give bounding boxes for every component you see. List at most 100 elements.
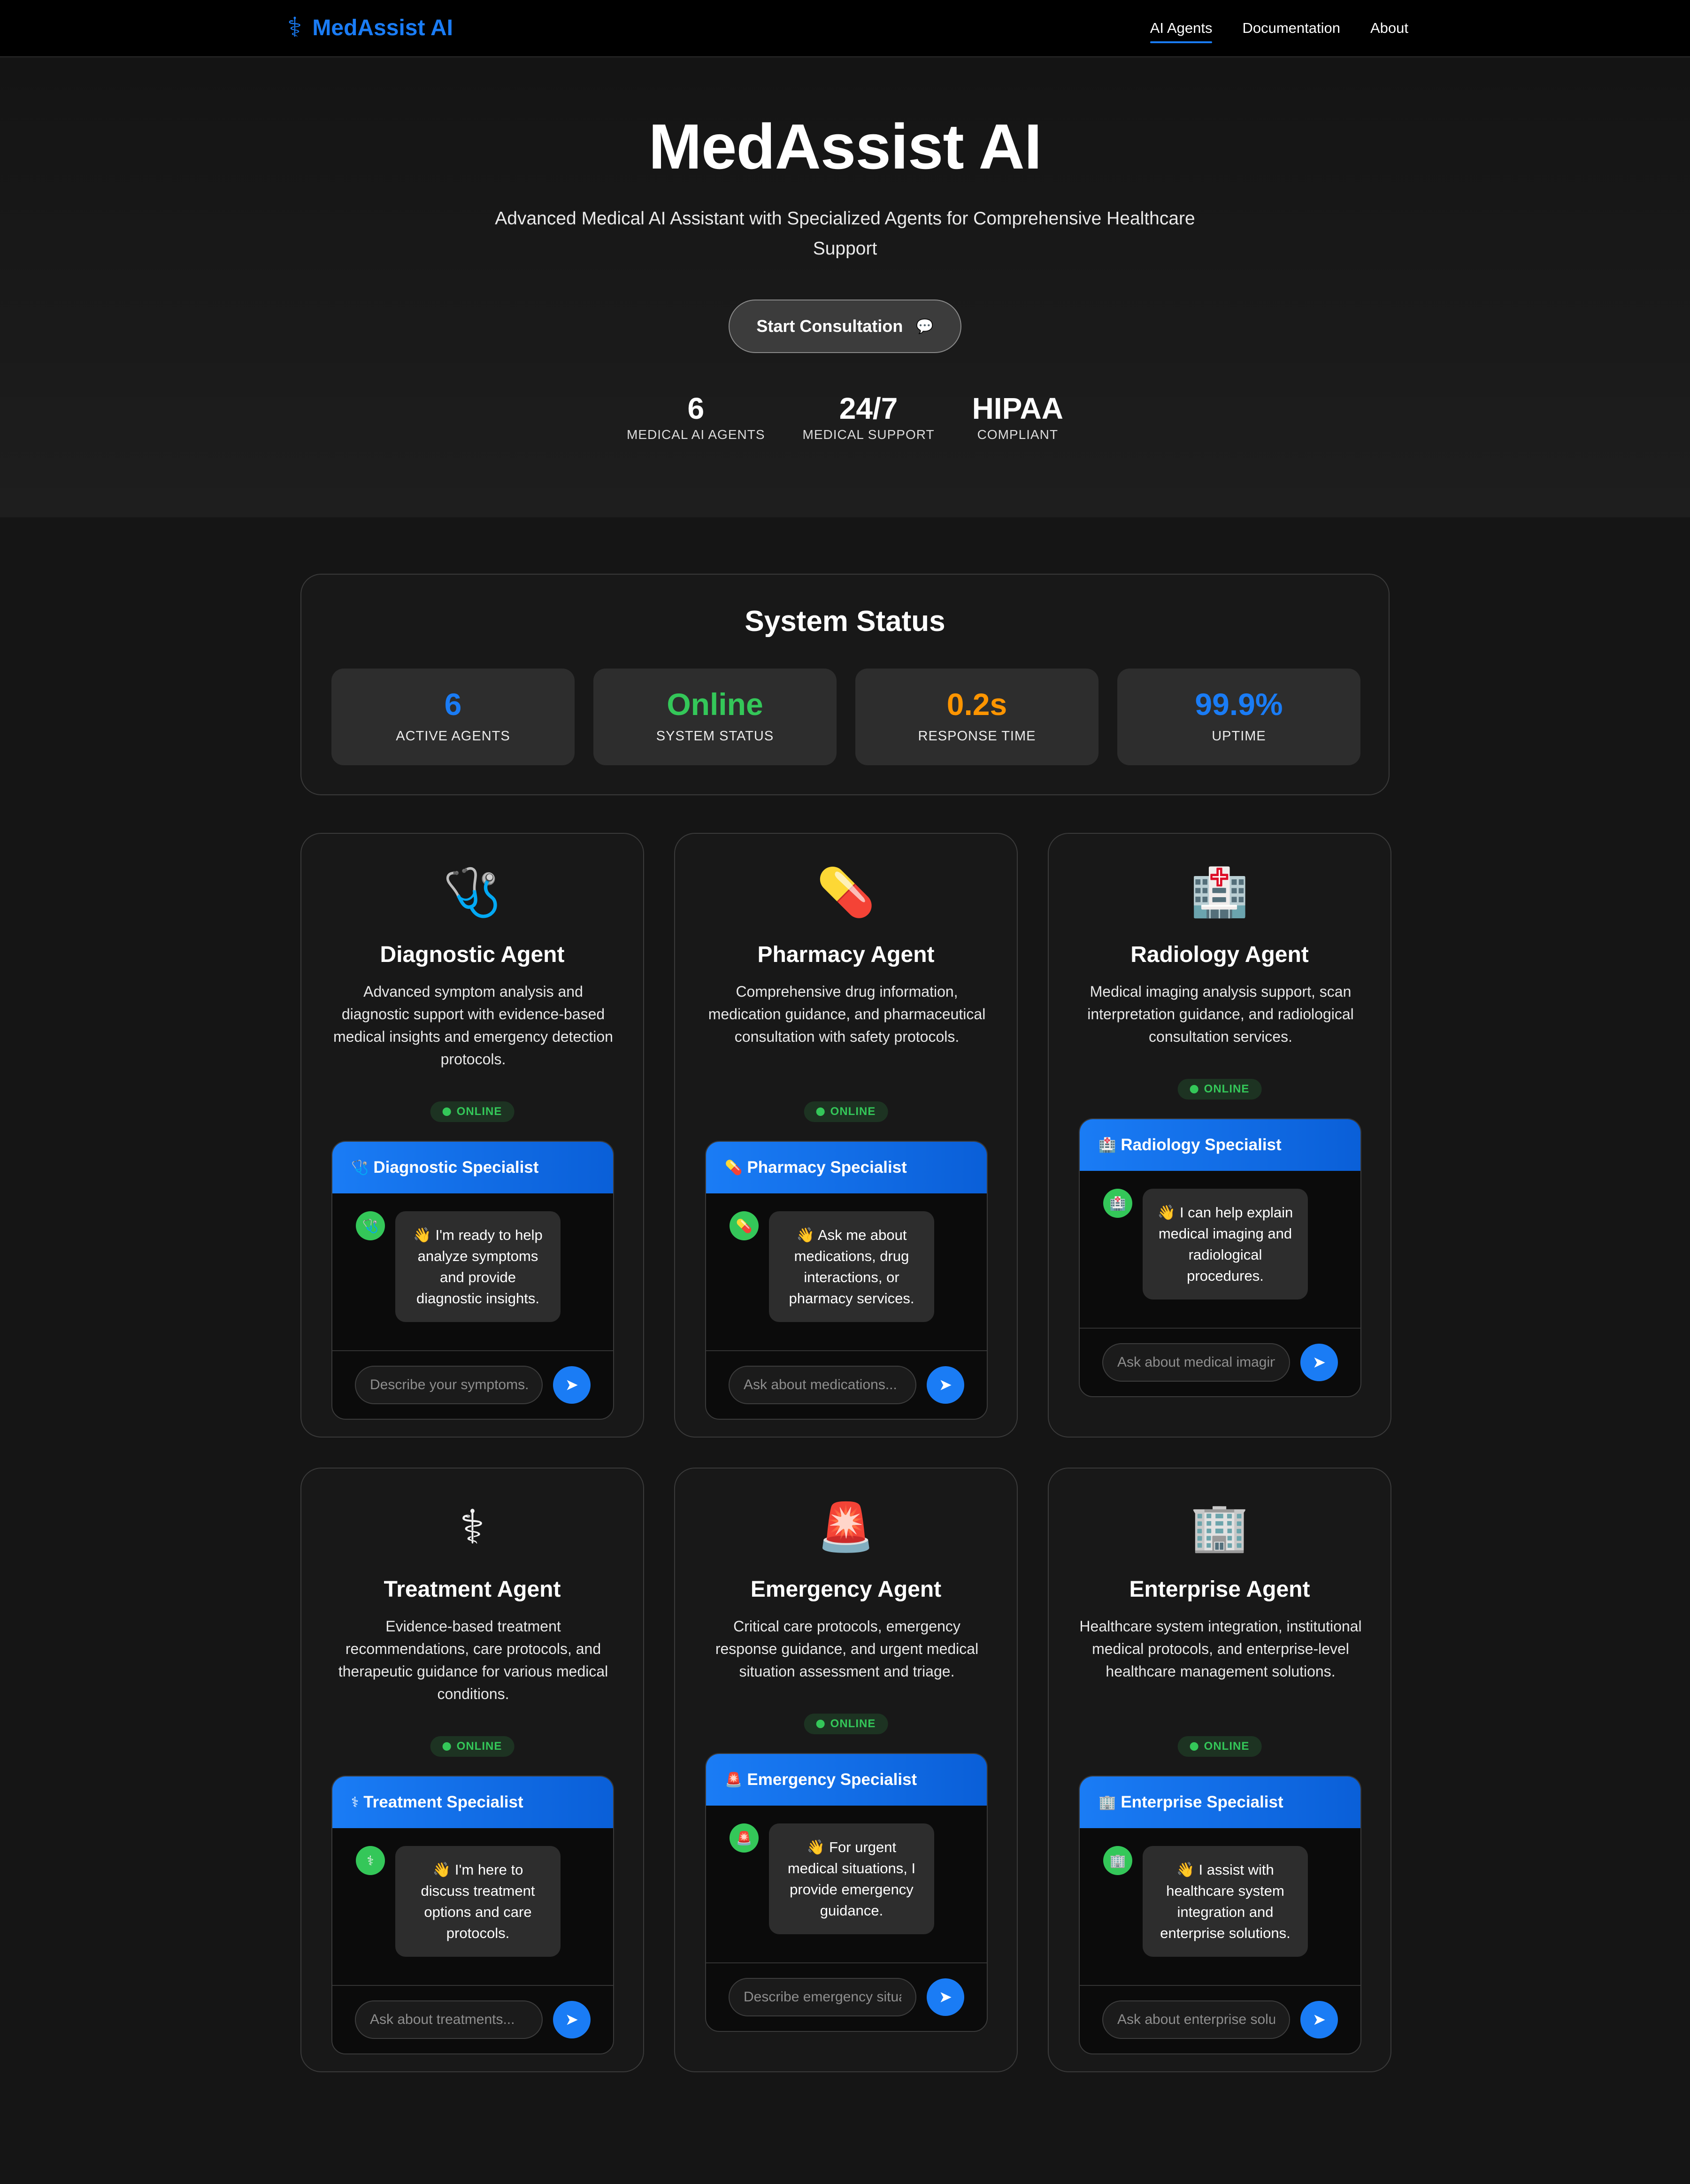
status-dot-icon xyxy=(1190,1085,1198,1093)
status-text: ONLINE xyxy=(1204,1083,1250,1095)
status-text: ONLINE xyxy=(830,1717,876,1730)
stethoscope-icon: 🩺 xyxy=(351,1160,369,1176)
status-card-label: SYSTEM STATUS xyxy=(656,729,774,744)
chat-input[interactable] xyxy=(1102,2000,1290,2039)
hero-stat-value: 24/7 xyxy=(839,392,898,425)
bot-avatar: 🏥 xyxy=(1103,1189,1132,1218)
nav-links: AI Agents Documentation About xyxy=(1120,20,1408,43)
top-navbar: ⚕ MedAssist AI AI Agents Documentation A… xyxy=(0,0,1690,57)
status-card: 0.2s RESPONSE TIME xyxy=(855,669,1098,765)
chat-input[interactable] xyxy=(729,1978,916,2016)
chat-input[interactable] xyxy=(1102,1343,1290,1382)
chat-widget: ⚕ Treatment Specialist ⚕ 👋 I'm here to disc… xyxy=(331,1776,614,2054)
hero-stat-label: COMPLIANT xyxy=(977,427,1058,442)
send-button[interactable]: ➤ xyxy=(1300,2001,1338,2038)
status-dot-icon xyxy=(442,1107,451,1116)
chat-messages: 🚨 👋 For urgent medical situations, I prov… xyxy=(706,1806,987,1963)
hero-section: MedAssist AI Advanced Medical AI Assista… xyxy=(0,58,1690,517)
online-status-badge: ONLINE xyxy=(430,1101,515,1122)
chat-widget: 🩺 Diagnostic Specialist 🩺 👋 I'm ready to he… xyxy=(331,1141,614,1420)
medical-staff-icon: ⚕ xyxy=(459,1501,485,1553)
status-text: ONLINE xyxy=(1204,1740,1250,1753)
send-arrow-icon: ➤ xyxy=(565,1376,579,1394)
status-card-value: 0.2s xyxy=(946,687,1007,722)
online-status-badge: ONLINE xyxy=(804,1714,888,1734)
status-card-label: RESPONSE TIME xyxy=(918,729,1036,744)
hero-stat-label: MEDICAL SUPPORT xyxy=(802,427,935,442)
diagnostic-agent-card: 🩺 Diagnostic Agent Advanced symptom analys… xyxy=(300,833,644,1438)
status-dot-icon xyxy=(442,1742,451,1751)
send-button[interactable]: ➤ xyxy=(1300,1344,1338,1381)
system-status-panel: System Status 6 ACTIVE AGENTS Online SYSTEM… xyxy=(300,574,1390,795)
send-arrow-icon: ➤ xyxy=(938,1988,953,2006)
medical-staff-icon: ⚕ xyxy=(351,1794,359,1810)
bot-avatar: 🩺 xyxy=(356,1211,385,1240)
hero-stat-value: 6 xyxy=(687,392,705,425)
bot-avatar: 💊 xyxy=(730,1211,759,1240)
status-card-label: ACTIVE AGENTS xyxy=(396,729,510,744)
chat-widget: 🏢 Enterprise Specialist 🏢 👋 I assist with h… xyxy=(1079,1776,1361,2054)
system-status-title: System Status xyxy=(745,605,945,638)
chat-input-bar: ➤ xyxy=(332,1350,613,1419)
agent-name: Emergency Agent xyxy=(750,1577,942,1602)
siren-icon: 🚨 xyxy=(725,1772,743,1788)
hero-stat: HIPAA COMPLIANT xyxy=(972,392,1063,442)
nav-link-about[interactable]: About xyxy=(1370,20,1408,43)
chat-messages: ⚕ 👋 I'm here to discuss treatment options… xyxy=(332,1828,613,1986)
agent-name: Radiology Agent xyxy=(1130,942,1309,967)
chat-input-bar: ➤ xyxy=(1080,1328,1360,1396)
agent-name: Pharmacy Agent xyxy=(757,942,935,967)
status-card-label: UPTIME xyxy=(1212,729,1266,744)
chat-widget: 🚨 Emergency Specialist 🚨 👋 For urgent medic… xyxy=(705,1753,988,2032)
agent-description: Healthcare system integration, instituti… xyxy=(1079,1618,1362,1680)
agent-description: Medical imaging analysis support, scan i… xyxy=(1087,983,1354,1045)
brand-name: MedAssist AI xyxy=(312,15,453,40)
send-button[interactable]: ➤ xyxy=(553,1366,591,1404)
chat-input[interactable] xyxy=(355,2000,543,2039)
hero-stat-label: MEDICAL AI AGENTS xyxy=(627,427,765,442)
agent-description: Comprehensive drug information, medicati… xyxy=(708,983,986,1045)
status-card-value: 99.9% xyxy=(1195,687,1283,722)
send-arrow-icon: ➤ xyxy=(1312,2011,1326,2029)
send-button[interactable]: ➤ xyxy=(553,2001,591,2038)
chat-messages: 💊 👋 Ask me about medications, drug intera… xyxy=(706,1193,987,1351)
send-button[interactable]: ➤ xyxy=(927,1366,964,1404)
speech-bubble-icon: 💬 xyxy=(916,318,934,334)
online-status-badge: ONLINE xyxy=(430,1736,515,1757)
hero-stat-value: HIPAA xyxy=(972,392,1063,425)
online-status-badge: ONLINE xyxy=(1177,1079,1262,1100)
bot-message-bubble: 👋 I'm here to discuss treatment options … xyxy=(395,1846,561,1957)
office-building-icon: 🏢 xyxy=(1190,1501,1249,1553)
bot-avatar: 🏢 xyxy=(1103,1846,1132,1875)
chat-input[interactable] xyxy=(729,1366,916,1404)
status-grid: 6 ACTIVE AGENTS Online SYSTEM STATUS 0.2s RES… xyxy=(331,669,1360,765)
hero-stat: 6 MEDICAL AI AGENTS xyxy=(627,392,765,442)
chat-title: Radiology Specialist xyxy=(1121,1136,1282,1154)
bot-avatar: ⚕ xyxy=(356,1846,385,1875)
send-button[interactable]: ➤ xyxy=(927,1978,964,2016)
siren-icon: 🚨 xyxy=(816,1501,876,1553)
nav-link-ai-agents[interactable]: AI Agents xyxy=(1150,20,1212,43)
send-arrow-icon: ➤ xyxy=(1312,1353,1326,1371)
chat-messages: 🏢 👋 I assist with healthcare system integ… xyxy=(1080,1828,1360,1986)
hero-stats: 6 MEDICAL AI AGENTS 24/7 MEDICAL SUPPORT… xyxy=(0,392,1690,442)
agent-name: Treatment Agent xyxy=(384,1577,561,1602)
status-dot-icon xyxy=(1190,1742,1198,1751)
chat-header: 💊 Pharmacy Specialist xyxy=(706,1142,987,1193)
chat-header: 🏢 Enterprise Specialist xyxy=(1080,1776,1360,1828)
chat-header: 🩺 Diagnostic Specialist xyxy=(332,1142,613,1193)
nav-link-documentation[interactable]: Documentation xyxy=(1242,20,1340,43)
start-consultation-button[interactable]: Start Consultation 💬 xyxy=(729,300,961,353)
brand-logo[interactable]: ⚕ MedAssist AI xyxy=(287,14,453,41)
status-card: Online SYSTEM STATUS xyxy=(593,669,837,765)
status-card-value: Online xyxy=(667,687,763,722)
status-dot-icon xyxy=(816,1107,825,1116)
status-card: 99.9% UPTIME xyxy=(1117,669,1360,765)
hero-stat: 24/7 MEDICAL SUPPORT xyxy=(803,392,935,442)
cta-label: Start Consultation xyxy=(756,316,903,336)
hero-subtitle: Advanced Medical AI Assistant with Speci… xyxy=(495,208,1195,259)
bot-message-bubble: 👋 Ask me about medications, drug interac… xyxy=(769,1211,934,1322)
chat-messages: 🏥 👋 I can help explain medical imaging an… xyxy=(1080,1171,1360,1329)
online-status-badge: ONLINE xyxy=(804,1101,888,1122)
chat-input[interactable] xyxy=(355,1366,543,1404)
